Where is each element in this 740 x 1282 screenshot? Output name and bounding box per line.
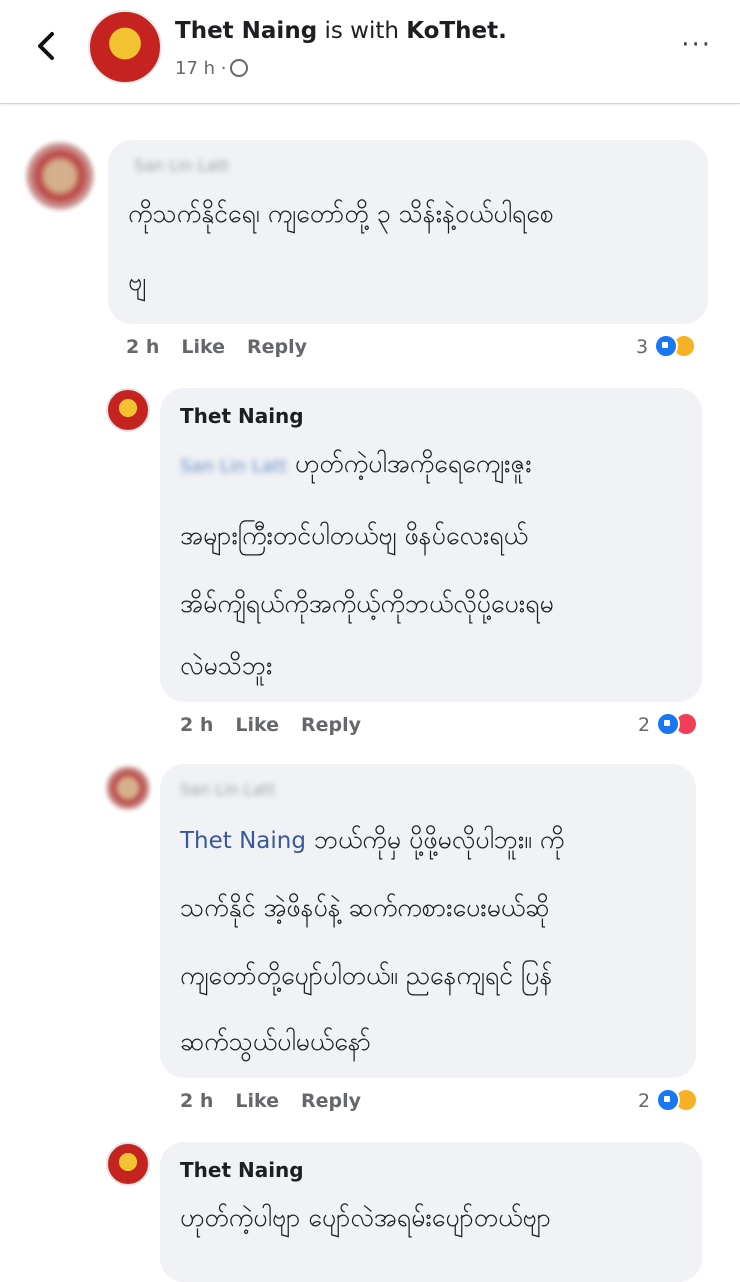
reaction-summary[interactable]: 2	[638, 1088, 699, 1112]
comment-text: Thet Naing ဘယ်ကိုမှ ပို့ဖို့မလိုပါဘူး။ က…	[180, 825, 565, 854]
like-button[interactable]: Like	[181, 336, 225, 358]
comment-bubble: Thet Naing ဟုတ်ကဲ့ပါဗျာ ပျော်လဲအရမ်းပျော…	[160, 1142, 702, 1282]
author-name[interactable]: Thet Naing	[175, 18, 317, 44]
reaction-summary[interactable]: 2	[638, 712, 699, 736]
reaction-count: 2	[638, 1090, 651, 1112]
comment-text: ဆက်သွယ်ပါမယ်နော်	[180, 1027, 371, 1056]
comment-time[interactable]: 2 h	[126, 336, 159, 358]
reaction-count: 2	[638, 714, 651, 736]
commenter-avatar[interactable]	[106, 388, 150, 432]
commenter-name[interactable]: Thet Naing	[180, 1158, 304, 1182]
commenter-name[interactable]: San Lin Latt	[180, 780, 275, 799]
commenter-avatar[interactable]	[106, 1142, 150, 1186]
mention-link[interactable]: Thet Naing	[180, 828, 306, 854]
comment-bubble: San Lin Latt Thet Naing ဘယ်ကိုမှ ပို့ဖို…	[160, 764, 696, 1078]
post-header: Thet Naing is with KoThet. 17 h · ···	[0, 0, 740, 104]
back-arrow-icon[interactable]	[30, 26, 64, 66]
tagged-name[interactable]: KoThet.	[406, 18, 507, 44]
author-avatar[interactable]	[88, 10, 162, 84]
like-reaction-icon	[656, 712, 681, 736]
post-meta: 17 h ·	[175, 58, 249, 79]
reply-button[interactable]: Reply	[247, 336, 307, 358]
post-time[interactable]: 17 h ·	[175, 58, 226, 79]
post-title: Thet Naing is with KoThet.	[175, 18, 507, 44]
comment-time[interactable]: 2 h	[180, 714, 213, 736]
comment-bubble: Thet Naing San Lin Latt ဟုတ်ကဲ့ပါအကိုရေက…	[160, 388, 702, 702]
comment-text: ကျတော်တို့ပျော်ပါတယ်။ ညနေကျရင် ပြန်	[180, 961, 553, 990]
like-button[interactable]: Like	[235, 714, 279, 736]
reply-button[interactable]: Reply	[301, 1090, 361, 1112]
like-button[interactable]: Like	[235, 1090, 279, 1112]
comment-actions: 2 h Like Reply	[180, 714, 383, 736]
like-reaction-icon	[656, 1088, 681, 1112]
commenter-avatar[interactable]	[26, 142, 94, 210]
comment-text: ဟုတ်ကဲ့ပါဗျာ ပျော်လဲအရမ်းပျော်တယ်ဗျာ	[180, 1203, 551, 1232]
comment-actions: 2 h Like Reply	[126, 336, 329, 358]
commenter-avatar[interactable]	[106, 766, 150, 810]
mention-link[interactable]: San Lin Latt	[180, 456, 287, 477]
globe-icon	[230, 59, 249, 77]
comment-text: အိမ်ကျိရယ်ကိုအကိုယ့်ကိုဘယ်လိုပို့ပေးရမ	[180, 589, 554, 618]
commenter-name[interactable]: Thet Naing	[180, 404, 304, 428]
comment-bubble: San Lin Latt ကိုသက်နိုင်ရေ၊ ကျတော်တို့ ၃…	[108, 140, 708, 324]
reaction-count: 3	[636, 336, 649, 358]
with-text: is with	[324, 18, 399, 44]
comment-text: ဗျ	[128, 267, 147, 296]
reply-button[interactable]: Reply	[301, 714, 361, 736]
comment-text: San Lin Latt ဟုတ်ကဲ့ပါအကိုရေကျေးဇူး	[180, 449, 532, 478]
commenter-name[interactable]: San Lin Latt	[134, 156, 229, 175]
reaction-summary[interactable]: 3	[636, 334, 697, 358]
comment-text: လဲမသိဘူး	[180, 651, 273, 680]
more-options-icon[interactable]: ···	[681, 30, 712, 60]
comment-text: ကိုသက်နိုင်ရေ၊ ကျတော်တို့ ၃ သိန်းနဲ့ဝယ်ပ…	[128, 199, 554, 228]
comment-time[interactable]: 2 h	[180, 1090, 213, 1112]
comment-text: သက်နိုင် အဲ့ဖိနပ်နဲ့ ဆက်ကစားပေးမယ်ဆို	[180, 893, 550, 922]
like-reaction-icon	[654, 334, 679, 358]
comment-actions: 2 h Like Reply	[180, 1090, 383, 1112]
comment-text: အများကြီးတင်ပါတယ်ဗျ ဖိနပ်လေးရယ်	[180, 521, 528, 550]
